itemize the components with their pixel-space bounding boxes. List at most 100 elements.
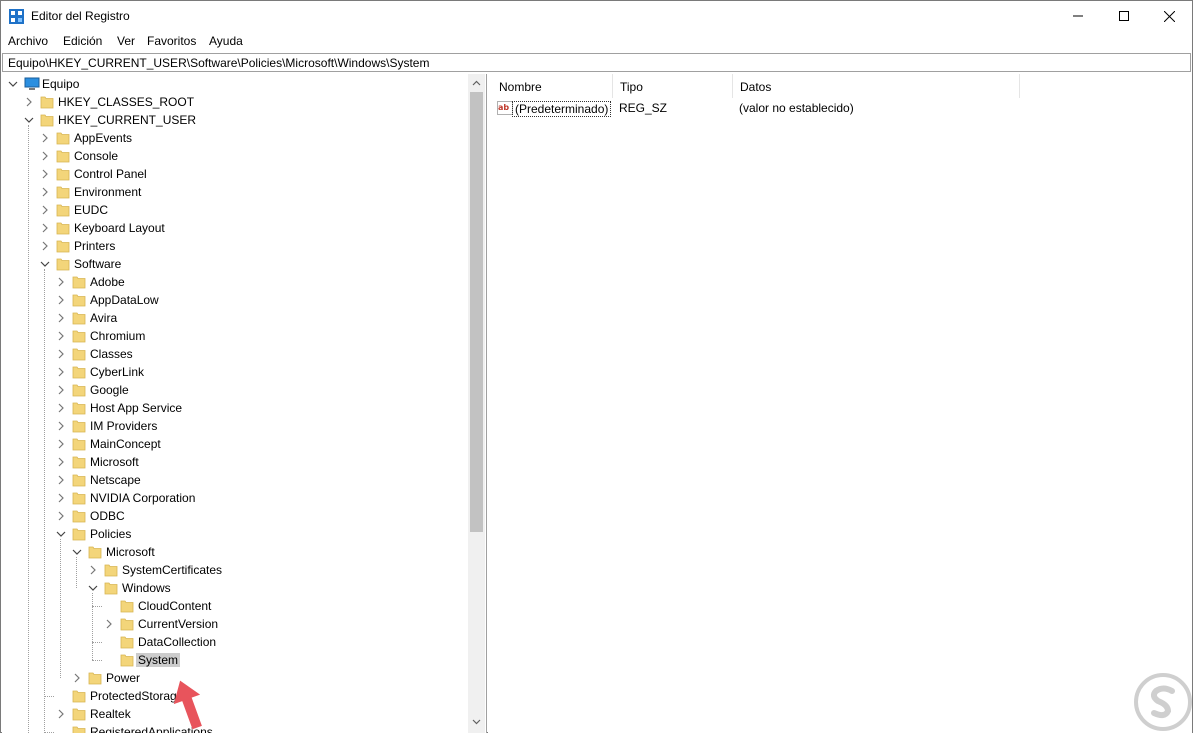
tree-node-protectedstorage[interactable]: ProtectedStorage	[2, 687, 472, 705]
tree-node-software[interactable]: Software	[2, 255, 472, 273]
menu-edicion[interactable]: Edición	[63, 34, 102, 48]
value-row[interactable]: ab (Predeterminado) REG_SZ (valor no est…	[492, 98, 1192, 118]
tree-node-equipo[interactable]: Equipo	[2, 75, 472, 93]
address-bar[interactable]: Equipo\HKEY_CURRENT_USER\Software\Polici…	[2, 53, 1191, 72]
address-path[interactable]: Equipo\HKEY_CURRENT_USER\Software\Polici…	[8, 56, 429, 70]
chevron-down-icon[interactable]	[8, 78, 18, 90]
chevron-right-icon[interactable]	[40, 186, 50, 198]
tree-node-mainconcept[interactable]: MainConcept	[2, 435, 472, 453]
tree-node-cloudcontent[interactable]: CloudContent	[2, 597, 472, 615]
tree-node-netscape[interactable]: Netscape	[2, 471, 472, 489]
maximize-button[interactable]	[1101, 1, 1147, 31]
tree-node-systemcertificates[interactable]: SystemCertificates	[2, 561, 472, 579]
chevron-right-icon[interactable]	[40, 150, 50, 162]
tree-node-label[interactable]: EUDC	[72, 203, 110, 217]
tree-node-label[interactable]: Netscape	[88, 473, 143, 487]
tree-node-currentversion[interactable]: CurrentVersion	[2, 615, 472, 633]
tree-node-label[interactable]: HKEY_CLASSES_ROOT	[56, 95, 196, 109]
tree-node-hkey-current-user[interactable]: HKEY_CURRENT_USER	[2, 111, 472, 129]
tree-node-registeredapplications[interactable]: RegisteredApplications	[2, 723, 472, 733]
tree-node-microsoft[interactable]: Microsoft	[2, 543, 472, 561]
chevron-right-icon[interactable]	[56, 420, 66, 432]
tree-node-eudc[interactable]: EUDC	[2, 201, 472, 219]
tree-node-policies[interactable]: Policies	[2, 525, 472, 543]
chevron-right-icon[interactable]	[104, 618, 114, 630]
tree-node-label[interactable]: DataCollection	[136, 635, 218, 649]
tree-node-avira[interactable]: Avira	[2, 309, 472, 327]
tree-node-hkey-classes-root[interactable]: HKEY_CLASSES_ROOT	[2, 93, 472, 111]
tree-node-label[interactable]: Microsoft	[104, 545, 157, 559]
chevron-right-icon[interactable]	[56, 276, 66, 288]
tree-node-label[interactable]: Adobe	[88, 275, 127, 289]
scroll-down-icon[interactable]	[468, 713, 485, 730]
tree-node-cyberlink[interactable]: CyberLink	[2, 363, 472, 381]
chevron-right-icon[interactable]	[56, 366, 66, 378]
chevron-right-icon[interactable]	[72, 672, 82, 684]
tree-node-appevents[interactable]: AppEvents	[2, 129, 472, 147]
tree-node-label[interactable]: HKEY_CURRENT_USER	[56, 113, 198, 127]
tree-node-label[interactable]: CloudContent	[136, 599, 213, 613]
menu-ayuda[interactable]: Ayuda	[209, 34, 243, 48]
menu-ver[interactable]: Ver	[117, 34, 135, 48]
tree-node-label[interactable]: Windows	[120, 581, 173, 595]
chevron-right-icon[interactable]	[56, 438, 66, 450]
registry-tree[interactable]: Equipo HKEY_CLASSES_ROOT HKEY_CURRENT_USER…	[2, 74, 487, 733]
tree-node-label[interactable]: CurrentVersion	[136, 617, 220, 631]
tree-node-windows[interactable]: Windows	[2, 579, 472, 597]
tree-node-console[interactable]: Console	[2, 147, 472, 165]
tree-node-system[interactable]: System	[2, 651, 472, 669]
chevron-down-icon[interactable]	[40, 258, 50, 270]
tree-node-nvidia-corporation[interactable]: NVIDIA Corporation	[2, 489, 472, 507]
tree-node-label[interactable]: AppEvents	[72, 131, 134, 145]
tree-node-keyboard-layout[interactable]: Keyboard Layout	[2, 219, 472, 237]
tree-node-label[interactable]: MainConcept	[88, 437, 163, 451]
minimize-button[interactable]	[1055, 1, 1101, 31]
tree-node-label[interactable]: Avira	[88, 311, 119, 325]
chevron-right-icon[interactable]	[56, 456, 66, 468]
tree-node-label[interactable]: Policies	[88, 527, 133, 541]
chevron-down-icon[interactable]	[72, 546, 82, 558]
column-header-nombre[interactable]: Nombre	[492, 74, 613, 98]
column-header-datos[interactable]: Datos	[733, 74, 1020, 98]
tree-node-label[interactable]: Classes	[88, 347, 135, 361]
tree-node-realtek[interactable]: Realtek	[2, 705, 472, 723]
tree-node-label[interactable]: IM Providers	[88, 419, 159, 433]
tree-node-environment[interactable]: Environment	[2, 183, 472, 201]
column-header-tipo[interactable]: Tipo	[613, 74, 733, 98]
chevron-down-icon[interactable]	[88, 582, 98, 594]
chevron-right-icon[interactable]	[56, 708, 66, 720]
chevron-right-icon[interactable]	[40, 132, 50, 144]
chevron-right-icon[interactable]	[40, 222, 50, 234]
chevron-right-icon[interactable]	[40, 168, 50, 180]
chevron-right-icon[interactable]	[40, 204, 50, 216]
tree-node-label[interactable]: Control Panel	[72, 167, 149, 181]
tree-node-odbc[interactable]: ODBC	[2, 507, 472, 525]
values-list[interactable]: Nombre Tipo Datos ab (Predeterminado) RE…	[492, 74, 1192, 733]
tree-node-label[interactable]: Microsoft	[88, 455, 141, 469]
tree-node-label[interactable]: ODBC	[88, 509, 127, 523]
tree-node-label[interactable]: Chromium	[88, 329, 147, 343]
tree-node-label[interactable]: Software	[72, 257, 123, 271]
tree-node-classes[interactable]: Classes	[2, 345, 472, 363]
tree-node-label[interactable]: Host App Service	[88, 401, 184, 415]
tree-node-chromium[interactable]: Chromium	[2, 327, 472, 345]
tree-node-microsoft[interactable]: Microsoft	[2, 453, 472, 471]
tree-node-label[interactable]: Realtek	[88, 707, 133, 721]
chevron-right-icon[interactable]	[56, 330, 66, 342]
chevron-right-icon[interactable]	[56, 402, 66, 414]
tree-node-adobe[interactable]: Adobe	[2, 273, 472, 291]
tree-node-control-panel[interactable]: Control Panel	[2, 165, 472, 183]
chevron-down-icon[interactable]	[24, 114, 34, 126]
tree-node-label[interactable]: Equipo	[40, 77, 81, 91]
tree-node-datacollection[interactable]: DataCollection	[2, 633, 472, 651]
tree-node-label[interactable]: Google	[88, 383, 131, 397]
menu-archivo[interactable]: Archivo	[8, 34, 48, 48]
chevron-right-icon[interactable]	[88, 564, 98, 576]
tree-node-label[interactable]: CyberLink	[88, 365, 146, 379]
tree-node-printers[interactable]: Printers	[2, 237, 472, 255]
tree-node-label[interactable]: Console	[72, 149, 120, 163]
tree-node-im-providers[interactable]: IM Providers	[2, 417, 472, 435]
tree-node-appdatalow[interactable]: AppDataLow	[2, 291, 472, 309]
tree-node-label[interactable]: AppDataLow	[88, 293, 161, 307]
chevron-right-icon[interactable]	[56, 510, 66, 522]
